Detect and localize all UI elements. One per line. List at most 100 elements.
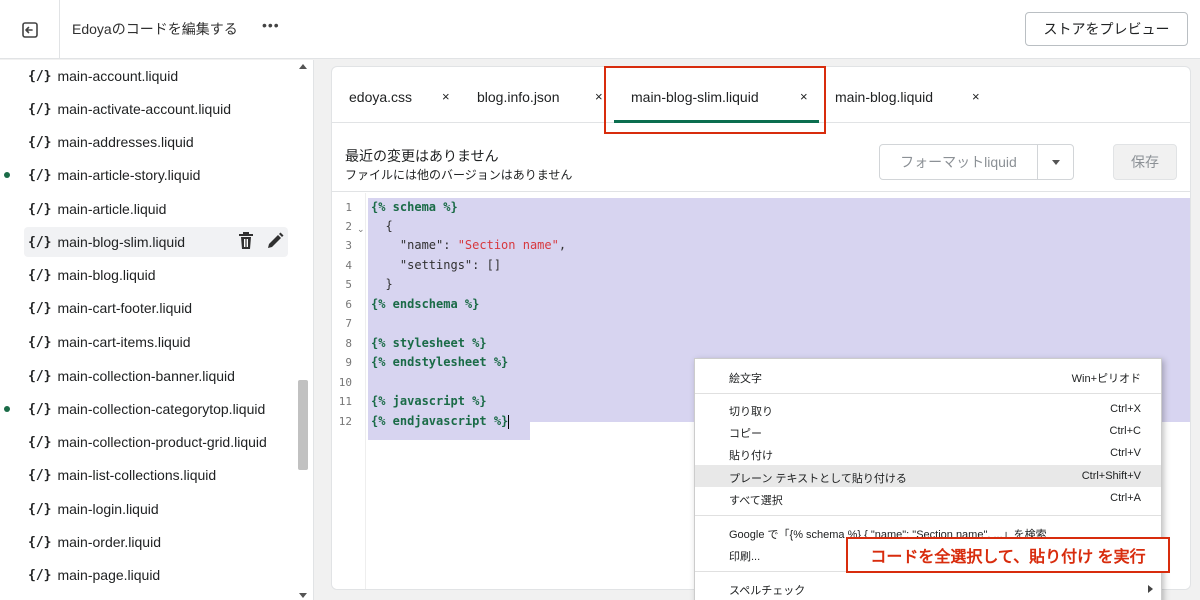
code-line: {% stylesheet %} (371, 336, 487, 350)
file-item[interactable]: {/} main-addresses.liquid (24, 127, 288, 157)
file-item[interactable]: {/} main-collection-product-grid.liquid (24, 427, 288, 457)
recent-changes-title: 最近の変更はありません (345, 148, 499, 164)
liquid-file-icon: {/} (28, 434, 52, 450)
code-line: } (371, 277, 393, 291)
file-label: main-article.liquid (57, 201, 167, 217)
trash-icon[interactable] (238, 232, 254, 250)
line-number: 4 (345, 259, 352, 272)
file-label: main-order.liquid (57, 534, 161, 550)
file-item[interactable]: {/} main-list-collections.liquid (24, 460, 288, 490)
tab-close-icon[interactable]: × (972, 89, 980, 104)
version-info-bar: 最近の変更はありません ファイルには他のバージョンはありません フォーマットli… (332, 134, 1190, 192)
liquid-file-icon: {/} (28, 101, 52, 117)
preview-store-button[interactable]: ストアをプレビュー (1025, 12, 1188, 46)
menu-label: すべて選択 (729, 495, 783, 507)
file-item[interactable]: {/} main-article-story.liquid (4, 160, 288, 190)
format-liquid-button[interactable]: フォーマットliquid (879, 144, 1074, 180)
sidebar-scrollbar[interactable] (296, 60, 310, 600)
scroll-thumb[interactable] (298, 380, 308, 470)
file-sidebar: {/} main-account.liquid {/} main-activat… (0, 60, 314, 600)
menu-item-select-all[interactable]: すべて選択 Ctrl+A (695, 487, 1161, 509)
tab-close-icon[interactable]: × (595, 89, 603, 104)
text-cursor (508, 414, 510, 429)
file-item[interactable]: {/} main-login.liquid (24, 494, 288, 524)
scroll-down-arrow-icon[interactable] (299, 593, 307, 598)
save-button[interactable]: 保存 (1113, 144, 1177, 180)
liquid-file-icon: {/} (28, 134, 52, 150)
version-subtitle: ファイルには他のバージョンはありません (345, 168, 573, 182)
line-number: 2 (345, 220, 352, 233)
file-item[interactable]: {/} main-cart-footer.liquid (24, 293, 288, 323)
liquid-file-icon: {/} (28, 234, 52, 250)
code-line: "name": "Section name", (371, 238, 566, 252)
instruction-callout: コードを全選択して、貼り付け を実行 (846, 537, 1170, 573)
line-number: 10 (338, 376, 352, 389)
file-item[interactable]: {/} main-cart-items.liquid (24, 327, 288, 357)
code-line: {% javascript %} (371, 394, 487, 408)
pencil-icon[interactable] (266, 232, 284, 250)
more-actions-button[interactable]: ••• (262, 17, 280, 33)
file-label: main-article-story.liquid (57, 167, 201, 183)
line-number: 8 (345, 337, 352, 350)
menu-shortcut: Ctrl+A (1110, 492, 1141, 504)
file-item[interactable]: {/} main-blog.liquid (24, 260, 288, 290)
fold-chevron-icon[interactable]: ⌄ (357, 224, 365, 235)
submenu-arrow-icon (1148, 585, 1153, 593)
file-label: main-blog-slim.liquid (57, 234, 186, 250)
file-item[interactable]: {/} main-page.liquid (24, 560, 288, 590)
liquid-file-icon: {/} (28, 167, 52, 183)
menu-item-paste[interactable]: 貼り付け Ctrl+V (695, 442, 1161, 464)
modified-dot (4, 406, 10, 412)
file-label: main-list-collections.liquid (57, 467, 217, 483)
liquid-file-icon: {/} (28, 467, 52, 483)
file-label: main-addresses.liquid (57, 134, 194, 150)
liquid-file-icon: {/} (28, 567, 52, 583)
menu-item-copy[interactable]: コピー Ctrl+C (695, 420, 1161, 442)
tab-edoya-css[interactable]: edoya.css (349, 89, 412, 105)
file-item[interactable]: {/} main-activate-account.liquid (24, 94, 288, 124)
scroll-up-arrow-icon[interactable] (299, 64, 307, 69)
chevron-down-icon[interactable] (1052, 160, 1060, 165)
modified-dot (4, 172, 10, 178)
file-label: main-account.liquid (57, 68, 179, 84)
liquid-file-icon: {/} (28, 334, 52, 350)
menu-item-paste-plain-text[interactable]: プレーン テキストとして貼り付ける Ctrl+Shift+V (695, 465, 1161, 487)
line-gutter: 1 2 ⌄ 3 4 5 6 7 8 9 10 11 12 (332, 193, 366, 589)
line-number: 3 (345, 239, 352, 252)
file-item-active[interactable]: {/} main-blog-slim.liquid (24, 227, 288, 257)
tab-close-icon[interactable]: × (442, 89, 450, 104)
tab-main-blog[interactable]: main-blog.liquid (835, 89, 933, 105)
menu-label: コピー (729, 428, 762, 440)
exit-button[interactable] (0, 0, 60, 59)
menu-shortcut: Win+ピリオド (1071, 373, 1141, 385)
file-item[interactable]: {/} main-order.liquid (24, 527, 288, 557)
menu-shortcut: Ctrl+C (1109, 425, 1141, 437)
line-number: 1 (345, 201, 352, 214)
file-item[interactable]: {/} main-article.liquid (24, 194, 288, 224)
format-liquid-label[interactable]: フォーマットliquid (880, 145, 1038, 179)
file-item[interactable]: {/} main-collection-banner.liquid (24, 361, 288, 391)
menu-label: 切り取り (729, 406, 773, 418)
menu-item-cut[interactable]: 切り取り Ctrl+X (695, 398, 1161, 420)
code-line: { (371, 219, 393, 233)
menu-item-spellcheck[interactable]: スペルチェック (695, 577, 1161, 599)
liquid-file-icon: {/} (28, 201, 52, 217)
line-number: 9 (345, 356, 352, 369)
liquid-file-icon: {/} (28, 534, 52, 550)
menu-label: 貼り付け (729, 450, 773, 462)
line-number: 6 (345, 298, 352, 311)
file-label: main-page.liquid (57, 567, 161, 583)
code-line: "settings": [] (371, 258, 502, 272)
menu-divider (695, 393, 1161, 394)
file-item[interactable]: {/} main-collection-categorytop.liquid (4, 394, 288, 424)
file-label: main-cart-items.liquid (57, 334, 191, 350)
row-actions (238, 232, 284, 250)
file-item[interactable]: {/} main-account.liquid (24, 61, 288, 91)
liquid-file-icon: {/} (28, 401, 52, 417)
line-number: 5 (345, 278, 352, 291)
tab-highlight-annotation (604, 66, 826, 134)
menu-item-emoji[interactable]: 絵文字 Win+ピリオド (695, 365, 1161, 387)
menu-divider (695, 515, 1161, 516)
tab-blog-info-json[interactable]: blog.info.json (477, 89, 560, 105)
liquid-file-icon: {/} (28, 368, 52, 384)
